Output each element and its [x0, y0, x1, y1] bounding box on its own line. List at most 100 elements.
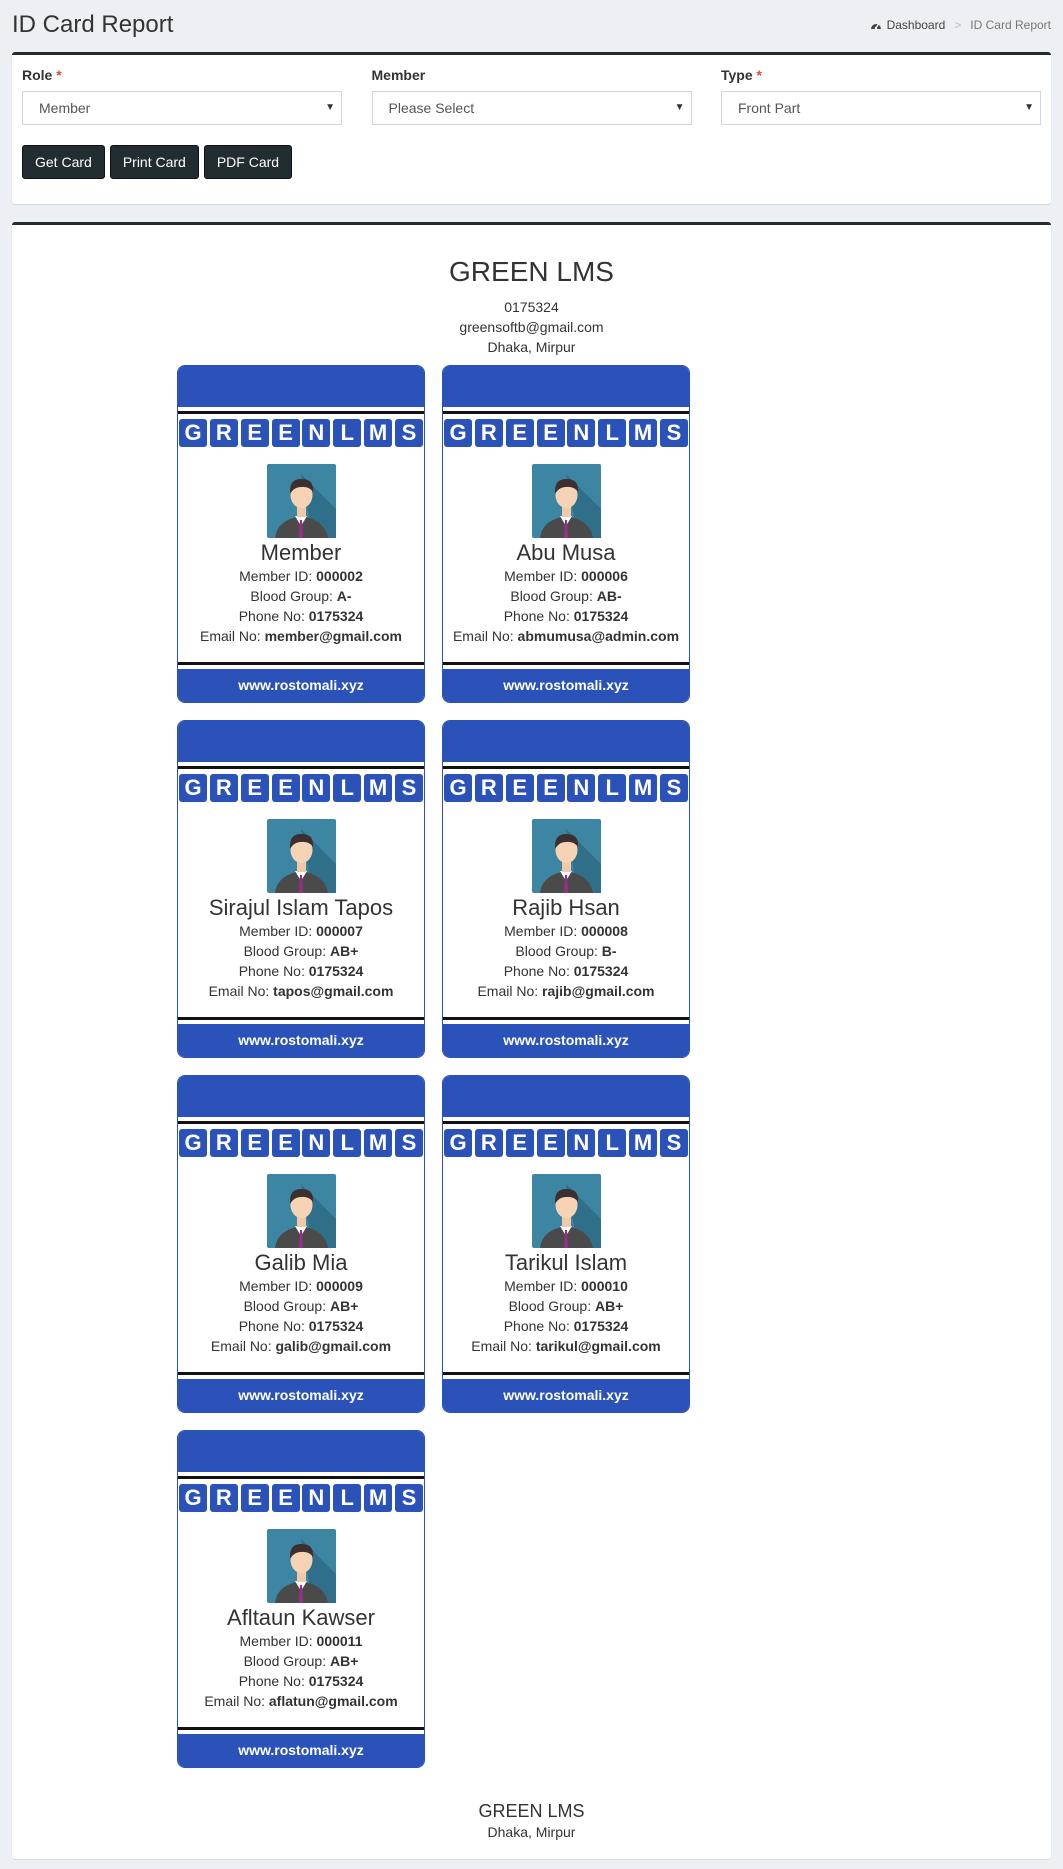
button-row: Get Card Print Card PDF Card: [22, 145, 1041, 179]
card-brand-letters: GREENLMS: [178, 1129, 424, 1157]
card-name: Galib Mia: [254, 1250, 348, 1275]
card-brand-letter: N: [302, 1484, 331, 1512]
card-brand-letter: N: [567, 774, 596, 802]
card-member-id: Member ID: 000002: [239, 568, 363, 584]
member-select[interactable]: Please Select ▼: [371, 91, 692, 125]
card-email: Email No: tapos@gmail.com: [208, 983, 394, 999]
card-brand-letter: G: [179, 419, 207, 447]
card-divider: [443, 411, 689, 414]
card-blood-group: Blood Group: AB+: [243, 1653, 359, 1669]
breadcrumb-current: ID Card Report: [970, 18, 1051, 32]
card-brand-letter: M: [629, 1129, 658, 1157]
card-brand-letter: L: [333, 419, 362, 447]
card-phone: Phone No: 0175324: [503, 963, 629, 979]
card-brand-letter: E: [505, 774, 534, 802]
card-brand-letter: N: [302, 1129, 331, 1157]
id-card: GREENLMS Afltaun Kawser Member ID: 00001…: [177, 1430, 425, 1768]
card-brand-letter: G: [179, 1129, 207, 1157]
report-address: Dhaka, Mirpur: [487, 339, 576, 355]
print-card-button[interactable]: Print Card: [109, 145, 199, 179]
breadcrumb-home[interactable]: Dashboard: [870, 18, 946, 32]
card-divider: [178, 1727, 424, 1730]
card-email: Email No: galib@gmail.com: [210, 1338, 392, 1354]
breadcrumb-home-label[interactable]: Dashboard: [887, 18, 946, 32]
caret-down-icon: ▼: [1024, 102, 1034, 113]
card-divider: [178, 1121, 424, 1124]
pdf-card-button[interactable]: PDF Card: [203, 145, 293, 179]
card-brand-letter: R: [209, 1129, 238, 1157]
card-brand-letter: S: [394, 1129, 423, 1157]
card-brand-letters: GREENLMS: [443, 774, 689, 802]
id-card: GREENLMS Galib Mia Member ID: 000009 Blo…: [177, 1075, 425, 1413]
card-brand-letter: G: [444, 1129, 472, 1157]
type-select[interactable]: Front Part ▼: [721, 91, 1041, 125]
user-avatar: [266, 464, 336, 538]
card-brand-letters: GREENLMS: [178, 1484, 424, 1512]
card-website: www.rostomali.xyz: [178, 1734, 424, 1767]
card-brand-letter: G: [444, 419, 472, 447]
user-avatar: [266, 1529, 336, 1603]
card-phone: Phone No: 0175324: [503, 608, 629, 624]
card-member-id: Member ID: 000009: [239, 1278, 363, 1294]
card-header-band: [443, 721, 689, 762]
card-website: www.rostomali.xyz: [178, 669, 424, 702]
card-brand-letter: L: [598, 1129, 627, 1157]
role-select[interactable]: Member ▼: [22, 91, 342, 125]
card-member-id: Member ID: 000007: [239, 923, 363, 939]
card-website: www.rostomali.xyz: [178, 1379, 424, 1412]
card-brand-letter: E: [536, 419, 565, 447]
card-website: www.rostomali.xyz: [443, 1024, 689, 1057]
card-name: Member: [260, 540, 342, 565]
card-brand-letter: S: [394, 774, 423, 802]
card-email: Email No: abmumusa@admin.com: [452, 628, 680, 644]
card-phone: Phone No: 0175324: [238, 608, 364, 624]
card-brand-letter: E: [271, 1484, 300, 1512]
breadcrumb-separator: >: [954, 18, 962, 32]
caret-down-icon: ▼: [325, 102, 335, 113]
card-website: www.rostomali.xyz: [178, 1024, 424, 1057]
card-brand-letter: G: [444, 774, 472, 802]
card-brand-letter: S: [659, 419, 688, 447]
card-brand-letter: L: [333, 774, 362, 802]
card-brand-letters: GREENLMS: [178, 774, 424, 802]
card-blood-group: Blood Group: A-: [250, 588, 352, 604]
card-website: www.rostomali.xyz: [443, 1379, 689, 1412]
get-card-button[interactable]: Get Card: [22, 145, 105, 179]
card-brand-letter: E: [240, 1129, 269, 1157]
filter-box: Role * Member ▼ Member Please Select ▼ T…: [12, 52, 1051, 204]
role-label: Role *: [22, 67, 62, 83]
card-divider: [178, 1017, 424, 1020]
member-group: Member Please Select ▼: [371, 67, 692, 125]
card-blood-group: Blood Group: B-: [515, 943, 617, 959]
card-brand-letter: L: [598, 774, 627, 802]
card-header-band: [178, 1431, 424, 1472]
card-brand-letters: GREENLMS: [443, 419, 689, 447]
card-brand-letter: E: [271, 774, 300, 802]
id-card: GREENLMS Sirajul Islam Tapos Member ID: …: [177, 720, 425, 1058]
card-name: Sirajul Islam Tapos: [208, 895, 394, 920]
id-card: GREENLMS Rajib Hsan Member ID: 000008 Bl…: [442, 720, 690, 1058]
card-blood-group: Blood Group: AB+: [508, 1298, 624, 1314]
card-brand-letter: E: [536, 774, 565, 802]
report-header: GREEN LMS 0175324 greensoftb@gmail.com D…: [12, 255, 1051, 357]
card-brand-letter: E: [271, 419, 300, 447]
card-member-id: Member ID: 000008: [504, 923, 628, 939]
card-brand-letter: E: [240, 419, 269, 447]
card-blood-group: Blood Group: AB+: [243, 1298, 359, 1314]
card-member-id: Member ID: 000006: [504, 568, 628, 584]
card-header-band: [178, 366, 424, 407]
card-name: Abu Musa: [516, 540, 616, 565]
card-brand-letter: M: [364, 1484, 393, 1512]
filter-row: Role * Member ▼ Member Please Select ▼ T…: [22, 67, 1041, 125]
card-brand-letter: E: [240, 1484, 269, 1512]
card-header-band: [443, 366, 689, 407]
card-brand-letter: M: [364, 1129, 393, 1157]
card-brand-letter: R: [209, 419, 238, 447]
card-phone: Phone No: 0175324: [238, 963, 364, 979]
card-phone: Phone No: 0175324: [503, 1318, 629, 1334]
report-email: greensoftb@gmail.com: [459, 319, 604, 335]
card-brand-letter: R: [474, 1129, 503, 1157]
card-brand-letter: G: [179, 774, 207, 802]
card-brand-letter: E: [505, 1129, 534, 1157]
card-brand-letters: GREENLMS: [178, 419, 424, 447]
